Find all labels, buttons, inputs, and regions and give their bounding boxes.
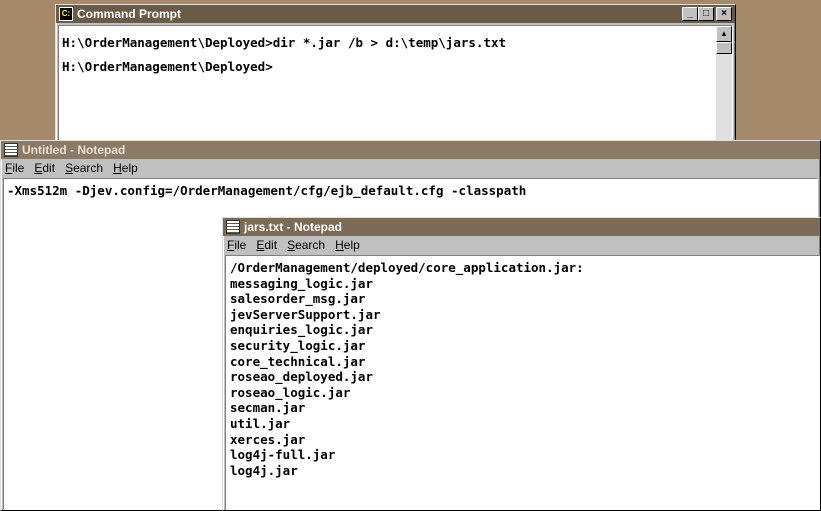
jar-line: xerces.jar	[230, 431, 306, 447]
untitled-notepad-titlebar[interactable]: Untitled - Notepad	[1, 141, 820, 159]
maximize-button[interactable]: □	[698, 7, 714, 21]
menu-file[interactable]: File	[227, 238, 246, 252]
notepad-text-line: -Xms512m -Djev.config=/OrderManagement/c…	[7, 183, 527, 198]
ms-dos-icon: C:	[59, 7, 73, 21]
untitled-notepad-menubar: File Edit Search Help	[1, 159, 820, 177]
jar-line: roseao_deployed.jar	[230, 369, 373, 385]
command-prompt-titlebar[interactable]: C: Command Prompt _ □ ×	[56, 5, 735, 23]
menu-help[interactable]: Help	[113, 161, 138, 175]
command-prompt-window[interactable]: C: Command Prompt _ □ × H:\OrderManageme…	[55, 4, 736, 144]
close-button[interactable]: ×	[716, 7, 732, 21]
jars-notepad-text-area[interactable]: /OrderManagement/deployed/core_applicati…	[225, 255, 820, 510]
jar-line: roseao_logic.jar	[230, 384, 351, 400]
console-line: H:\OrderManagement\Deployed>dir *.jar /b…	[62, 35, 507, 50]
jar-line: salesorder_msg.jar	[230, 291, 366, 307]
jars-notepad-menubar: File Edit Search Help	[223, 236, 820, 254]
command-prompt-console[interactable]: H:\OrderManagement\Deployed>dir *.jar /b…	[58, 25, 733, 141]
jar-line: log4j.jar	[230, 462, 298, 478]
minimize-button[interactable]: _	[682, 7, 698, 21]
menu-search[interactable]: Search	[65, 161, 103, 175]
console-scrollbar[interactable]: ▲	[716, 26, 732, 140]
jar-line: core_technical.jar	[230, 353, 366, 369]
menu-search[interactable]: Search	[287, 238, 325, 252]
scrollbar-thumb[interactable]	[716, 42, 732, 54]
jar-line: security_logic.jar	[230, 337, 366, 353]
notepad-icon	[4, 143, 18, 157]
jars-notepad-title: jars.txt - Notepad	[244, 220, 343, 234]
menu-file[interactable]: File	[5, 161, 24, 175]
jar-line: jevServerSupport.jar	[230, 306, 381, 322]
menu-help[interactable]: Help	[335, 238, 360, 252]
jar-line: log4j-full.jar	[230, 447, 336, 463]
untitled-notepad-title: Untitled - Notepad	[22, 143, 126, 157]
jars-notepad-window[interactable]: jars.txt - Notepad File Edit Search Help…	[222, 217, 821, 511]
menu-edit[interactable]: Edit	[34, 161, 55, 175]
jar-line: messaging_logic.jar	[230, 275, 373, 291]
jar-line: secman.jar	[230, 400, 306, 416]
menu-edit[interactable]: Edit	[256, 238, 277, 252]
jar-line: enquiries_logic.jar	[230, 322, 373, 338]
scroll-up-arrow-icon[interactable]: ▲	[716, 26, 732, 42]
jars-notepad-titlebar[interactable]: jars.txt - Notepad	[223, 218, 820, 236]
jar-line: /OrderManagement/deployed/core_applicati…	[230, 260, 584, 275]
command-prompt-title: Command Prompt	[77, 7, 182, 21]
notepad-icon	[226, 220, 240, 234]
jar-line: util.jar	[230, 415, 291, 431]
console-line: H:\OrderManagement\Deployed>	[62, 59, 273, 74]
